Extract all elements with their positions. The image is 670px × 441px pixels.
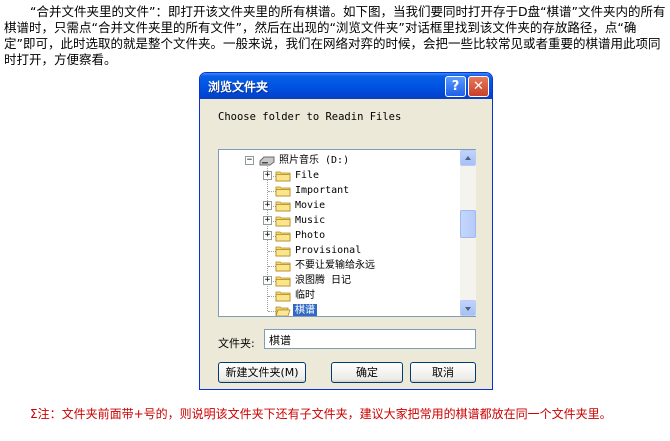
folder-icon	[275, 230, 291, 242]
folder-icon	[275, 185, 291, 197]
intro-paragraph: “合并文件夹里的文件”：即打开该文件夹里的所有棋谱。如下图，当我们要同时打开存于…	[4, 4, 666, 68]
folder-tree-content: − 照片音乐 (D:) + File Important + Movie + Music + P…	[219, 150, 460, 316]
tree-node-folder[interactable]: Provisional	[219, 244, 459, 258]
tree-node-label: 不要让爱输给永远	[295, 260, 375, 271]
tree-node-folder[interactable]: Important	[219, 184, 459, 198]
scroll-up-icon[interactable]	[460, 150, 476, 166]
collapse-icon[interactable]: −	[245, 156, 254, 165]
tree-node-folder[interactable]: + 浪图腾 日记	[219, 274, 459, 288]
folder-tree[interactable]: − 照片音乐 (D:) + File Important + Movie + Music + P…	[218, 149, 476, 317]
new-folder-button[interactable]: 新建文件夹(M)	[218, 362, 306, 383]
expand-icon[interactable]: +	[263, 231, 272, 240]
folder-icon	[275, 245, 291, 257]
folder-icon	[275, 215, 291, 227]
close-icon: ✕	[473, 79, 484, 94]
tree-node-label: Provisional	[295, 245, 362, 256]
tree-node-label: File	[295, 170, 320, 181]
expand-icon[interactable]: +	[263, 201, 272, 210]
folder-icon	[275, 260, 291, 272]
ok-button[interactable]: 确定	[331, 362, 403, 383]
expand-icon[interactable]: +	[263, 171, 272, 180]
folder-icon	[275, 170, 291, 182]
tree-scrollbar[interactable]	[460, 150, 476, 316]
tree-node-folder[interactable]: 临时	[219, 289, 459, 303]
tree-node-folder[interactable]: 棋谱	[219, 304, 459, 316]
help-icon: ?	[451, 79, 460, 94]
folder-field[interactable]: 棋谱	[264, 329, 476, 349]
tree-node-label: Music	[295, 215, 326, 226]
scroll-down-icon[interactable]	[460, 300, 476, 316]
tree-node-folder[interactable]: + Photo	[219, 229, 459, 243]
tree-node-label: Photo	[295, 230, 326, 241]
open-folder-icon	[275, 305, 291, 316]
close-button[interactable]: ✕	[468, 76, 489, 97]
tree-node-label: 棋谱	[293, 304, 317, 316]
tree-node-folder[interactable]: + File	[219, 169, 459, 183]
footnote: Σ注：文件夹前面带+号的，则说明该文件夹下还有子文件夹，建议大家把常用的棋谱都放…	[4, 406, 666, 422]
help-button[interactable]: ?	[445, 76, 466, 97]
tree-node-label: Important	[295, 185, 350, 196]
footnote-text: Σ注：文件夹前面带+号的，则说明该文件夹下还有子文件夹，建议大家把常用的棋谱都放…	[30, 407, 612, 421]
folder-icon	[275, 200, 291, 212]
dialog-title: 浏览文件夹	[208, 80, 269, 94]
expand-icon[interactable]: +	[263, 276, 272, 285]
tree-node-folder[interactable]: 不要让爱输给永远	[219, 259, 459, 273]
expand-icon[interactable]: +	[263, 216, 272, 225]
tree-node-folder[interactable]: + Music	[219, 214, 459, 228]
folder-field-label: 文件夹:	[218, 337, 255, 350]
browse-folder-dialog: 浏览文件夹 ? ✕ Choose folder to Readin Files …	[199, 72, 493, 390]
drive-label: 照片音乐 (D:)	[279, 155, 350, 166]
folder-icon	[275, 290, 291, 302]
tree-node-label: Movie	[295, 200, 326, 211]
dialog-titlebar: 浏览文件夹 ? ✕	[200, 73, 492, 99]
dialog-prompt: Choose folder to Readin Files	[218, 111, 402, 123]
scroll-thumb[interactable]	[460, 210, 476, 238]
tree-node-folder[interactable]: + Movie	[219, 199, 459, 213]
folder-icon	[275, 275, 291, 287]
cancel-button[interactable]: 取消	[410, 362, 476, 383]
tree-node-label: 临时	[295, 290, 315, 301]
tree-node-label: 浪图腾 日记	[295, 275, 352, 286]
intro-paragraph-text: “合并文件夹里的文件”：即打开该文件夹里的所有棋谱。如下图，当我们要同时打开存于…	[4, 4, 666, 67]
